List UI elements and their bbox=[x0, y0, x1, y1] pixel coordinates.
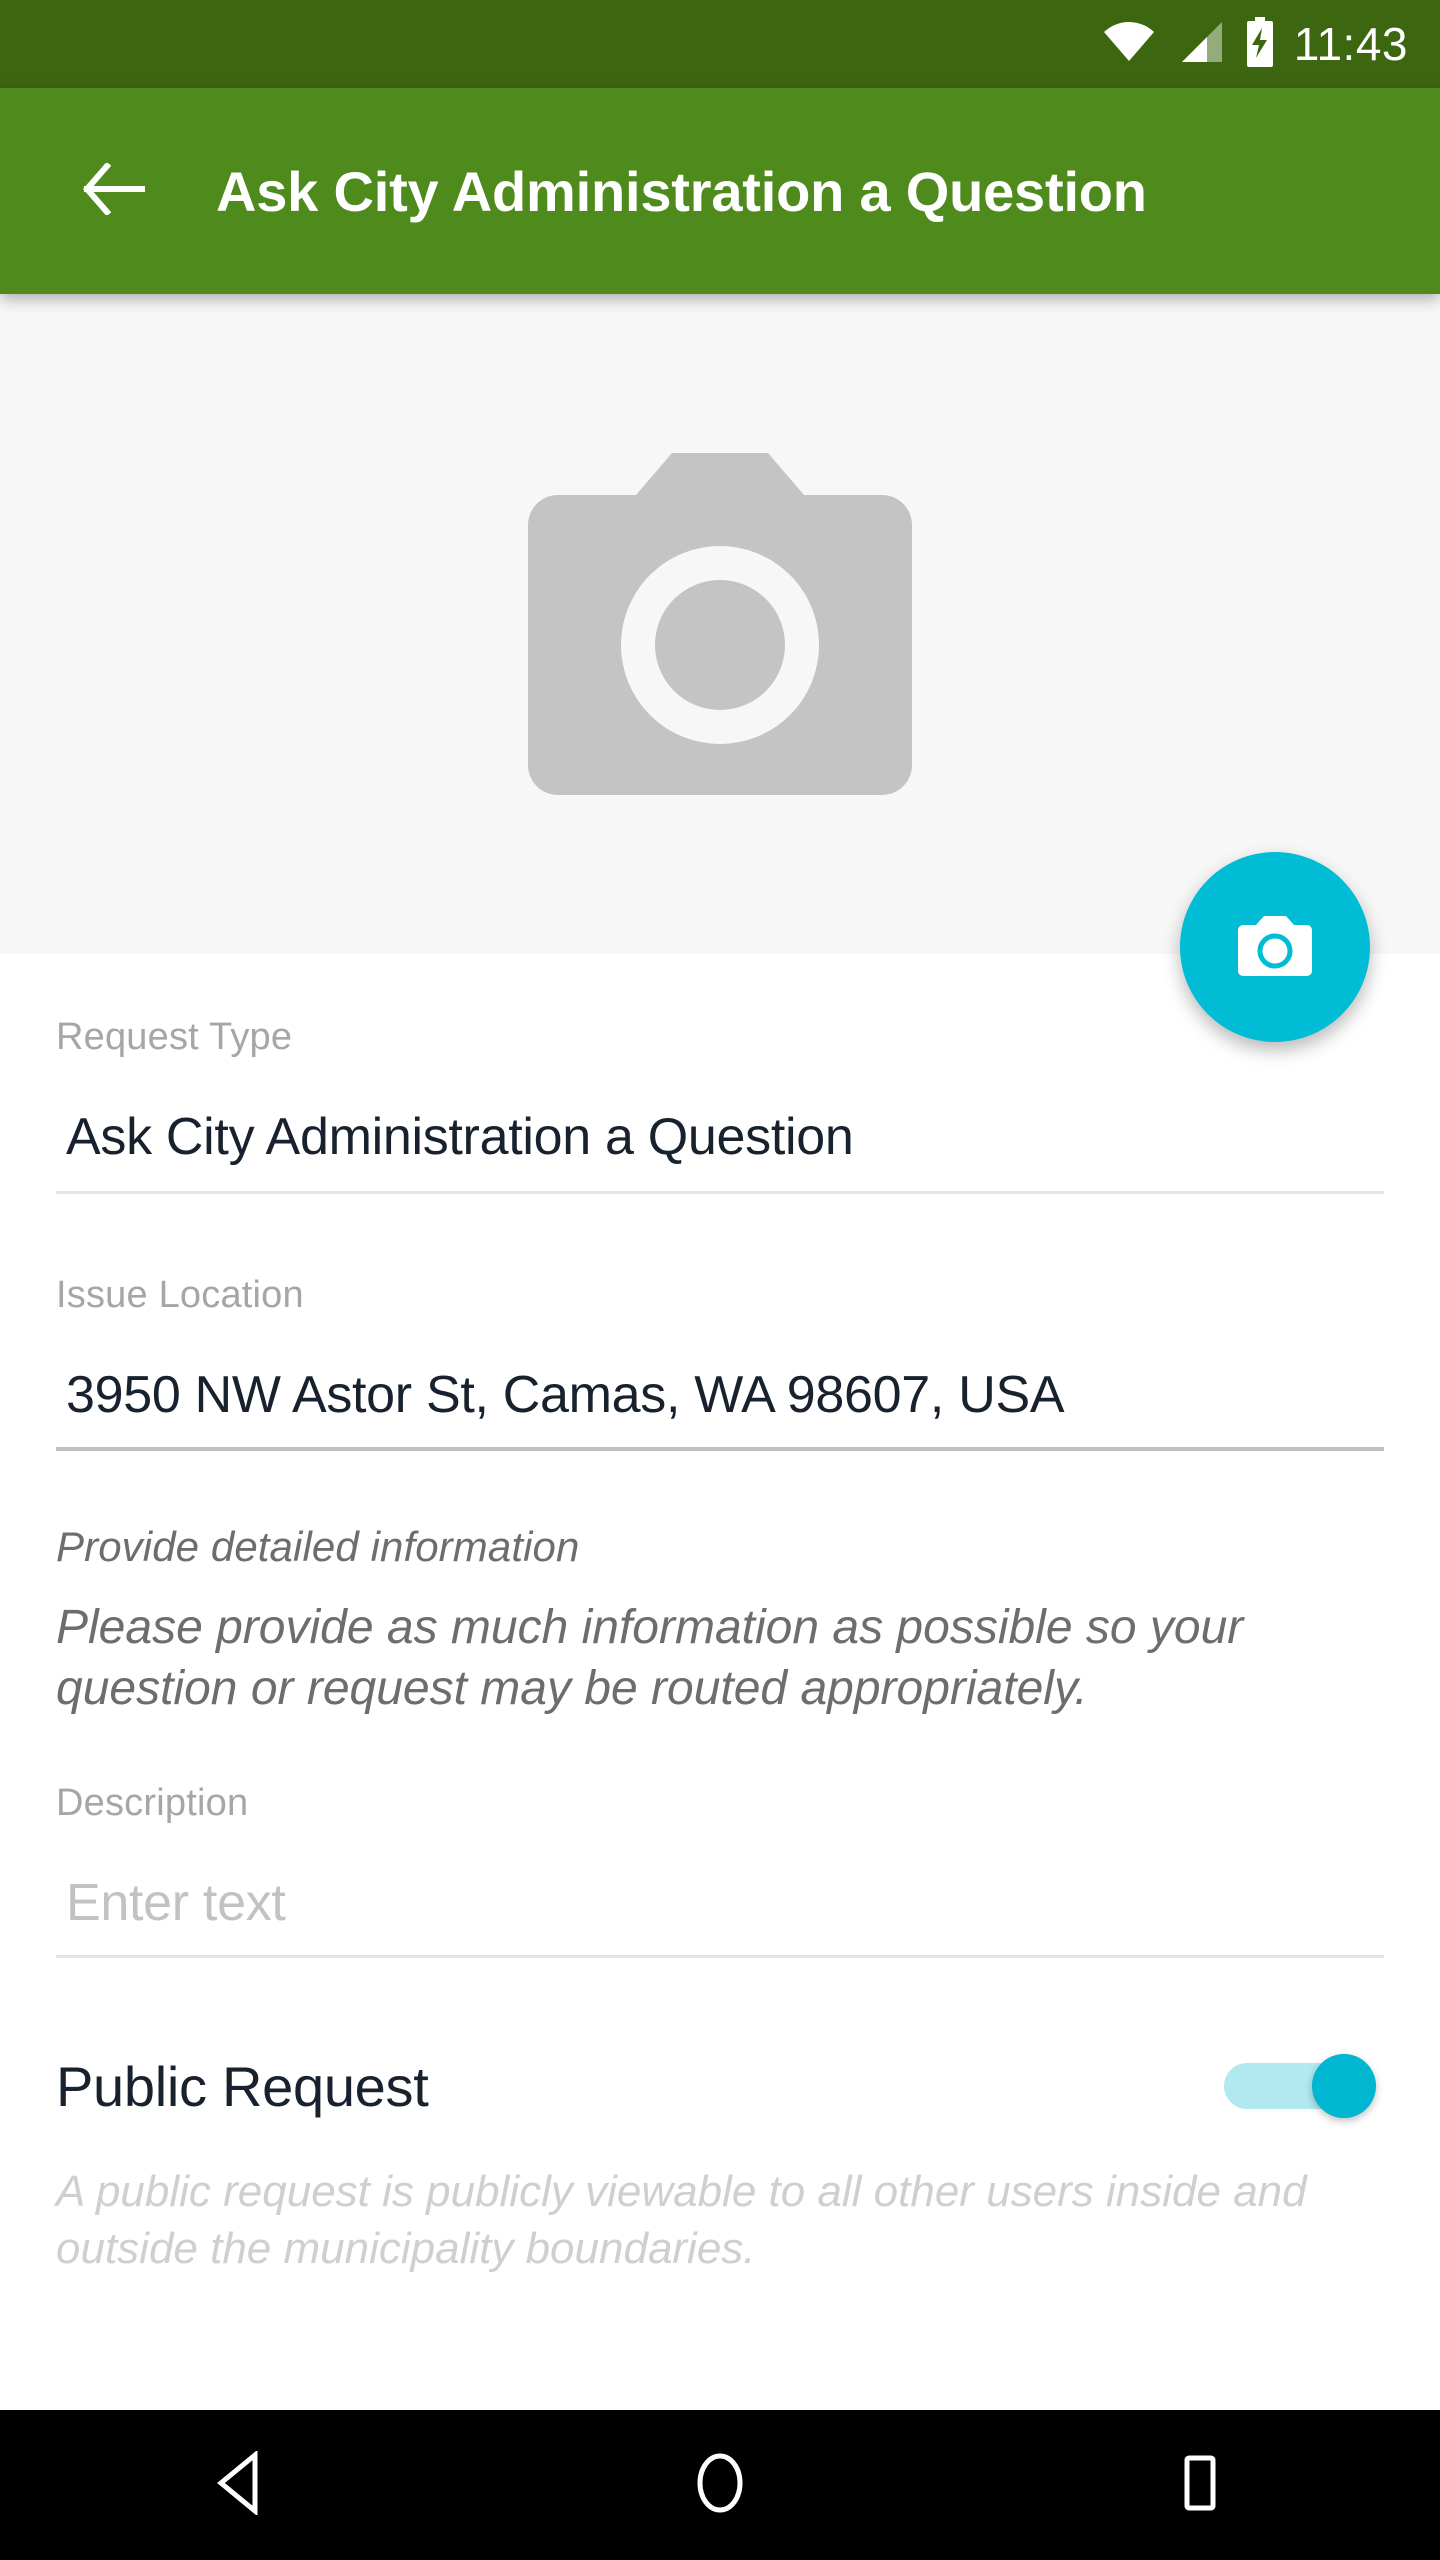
camera-icon bbox=[1238, 914, 1312, 981]
wifi-icon bbox=[1102, 21, 1156, 68]
app-bar: Ask City Administration a Question bbox=[0, 88, 1440, 294]
issue-location-value[interactable]: 3950 NW Astor St, Camas, WA 98607, USA bbox=[56, 1317, 1384, 1425]
android-nav-bar bbox=[0, 2410, 1440, 2560]
status-icons bbox=[1102, 16, 1276, 72]
public-request-toggle[interactable] bbox=[1224, 2054, 1376, 2119]
status-clock: 11:43 bbox=[1293, 18, 1408, 70]
nav-back-button[interactable] bbox=[155, 2410, 325, 2560]
circle-home-icon bbox=[690, 2451, 750, 2520]
take-photo-fab[interactable] bbox=[1180, 852, 1370, 1042]
page-title: Ask City Administration a Question bbox=[216, 159, 1147, 223]
public-request-help: A public request is publicly viewable to… bbox=[56, 2166, 1307, 2274]
request-form: Request Type Ask City Administration a Q… bbox=[0, 954, 1440, 2410]
description-underline bbox=[56, 1954, 1384, 1958]
description-label: Description bbox=[56, 1781, 249, 1824]
cellular-signal-icon bbox=[1176, 21, 1224, 68]
issue-location-underline bbox=[56, 1447, 1384, 1451]
square-recents-icon bbox=[1175, 2452, 1225, 2519]
request-type-value[interactable]: Ask City Administration a Question bbox=[56, 1059, 1384, 1167]
field-description: Description Enter text bbox=[56, 1720, 1384, 1958]
nav-home-button[interactable] bbox=[635, 2410, 805, 2560]
public-request-label: Public Request bbox=[56, 2054, 429, 2118]
back-button[interactable] bbox=[68, 145, 160, 237]
detail-info-title: Provide detailed information bbox=[56, 1523, 580, 1570]
issue-location-label: Issue Location bbox=[56, 1274, 304, 1316]
detail-info-block: Provide detailed information Please prov… bbox=[56, 1451, 1384, 1720]
status-bar: 11:43 bbox=[0, 0, 1440, 88]
phone-screen: 11:43 Ask City Administration a Question bbox=[0, 0, 1440, 2560]
detail-info-body: Please provide as much information as po… bbox=[56, 1601, 1244, 1716]
triangle-back-icon bbox=[211, 2449, 269, 2520]
toggle-thumb bbox=[1312, 2054, 1376, 2119]
field-request-type: Request Type Ask City Administration a Q… bbox=[56, 954, 1384, 1194]
public-request-row: Public Request bbox=[56, 1958, 1384, 2119]
battery-charging-icon bbox=[1244, 16, 1276, 72]
description-input[interactable]: Enter text bbox=[56, 1825, 1384, 1933]
nav-recents-button[interactable] bbox=[1115, 2410, 1285, 2560]
camera-placeholder-icon bbox=[524, 445, 916, 803]
arrow-left-icon bbox=[83, 161, 146, 220]
request-type-label: Request Type bbox=[56, 1016, 293, 1058]
field-issue-location: Issue Location 3950 NW Astor St, Camas, … bbox=[56, 1194, 1384, 1451]
photo-area[interactable] bbox=[0, 294, 1440, 1042]
